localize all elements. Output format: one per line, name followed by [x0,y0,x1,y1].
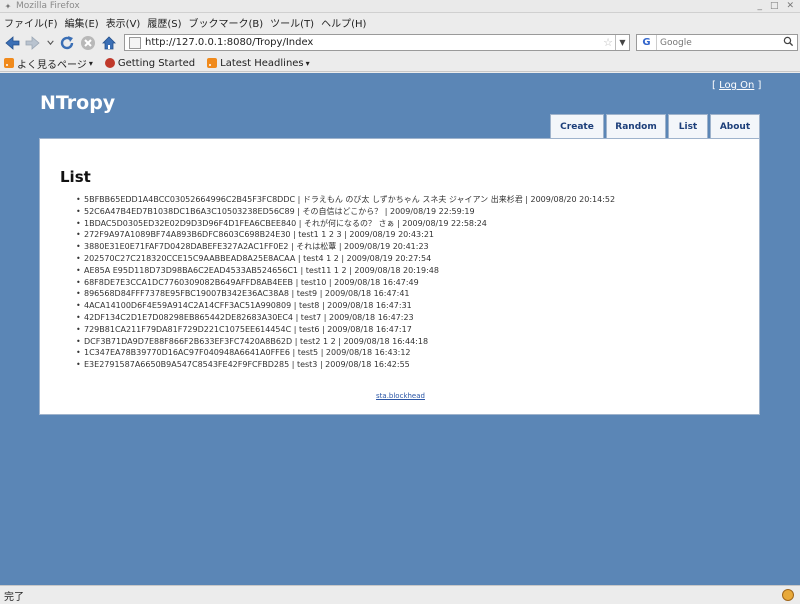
page-content: NTropy [ Log On ] Create Random List Abo… [0,73,800,585]
forward-button[interactable] [24,34,42,52]
menu-help[interactable]: ヘルプ(H) [321,15,366,30]
site-brand[interactable]: NTropy [40,92,115,114]
google-icon: G [642,37,651,48]
list-item[interactable]: 272F9A97A1089BF74A893B6DFC8603C698B24E30… [76,229,615,241]
back-arrow-icon [5,35,20,50]
list-item[interactable]: DCF3B71DA9D7E88F866F2B633EF3FC7420A8B62D… [76,336,615,348]
window-title-bar: ✦ Mozilla Firefox _ □ ✕ [0,0,800,13]
login-area: [ Log On ] [712,80,761,91]
entry-list: 5BFBB65EDD1A4BCC03052664996C2B45F3FC8DDC… [76,194,615,371]
list-item[interactable]: 4ACA14100D6F4E59A914C2A14CFF3AC51A990809… [76,300,615,312]
list-item[interactable]: 729B81CA211F79DA81F729D221C1075EE614454C… [76,324,615,336]
menu-tools[interactable]: ツール(T) [270,15,314,30]
list-item[interactable]: 3880E31E0E71FAF7D0428DABEFE327A2AC1FF0E2… [76,241,615,253]
chevron-down-icon: ▾ [88,58,93,68]
bookmark-label: Latest Headlines [220,57,304,69]
tab-random[interactable]: Random [606,114,666,138]
bookmark-label: Getting Started [117,57,196,69]
menu-history[interactable]: 履歴(S) [147,15,181,30]
main-panel: List 5BFBB65EDD1A4BCC03052664996C2B45F3F… [39,138,760,415]
tab-list[interactable]: List [668,114,708,138]
home-icon [102,35,116,49]
footer: sta.blockhead [40,392,761,400]
maximize-icon[interactable]: □ [770,1,779,11]
log-on-link[interactable]: Log On [719,80,754,91]
minimize-icon[interactable]: _ [757,1,762,11]
back-button[interactable] [3,34,21,52]
list-item[interactable]: 68F8DE7E3CCA1DC7760309082B649AFFD8AB4EEB… [76,277,615,289]
footer-link[interactable]: sta.blockhead [376,392,425,400]
forward-arrow-icon [25,35,40,50]
window-menu-icon[interactable]: ✦ [3,1,13,11]
home-button[interactable] [100,34,118,52]
tab-create[interactable]: Create [550,114,604,138]
list-item[interactable]: 896568D84FFF7378E95FBC19007B342E36AC38A8… [76,288,615,300]
menu-bookmarks[interactable]: ブックマーク(B) [189,15,264,30]
rss-feed-icon [4,58,14,68]
page-favicon [129,36,141,49]
history-dropdown[interactable] [45,34,55,52]
login-bracket-close: ] [757,80,762,91]
status-bar: 完了 [0,585,800,604]
list-item[interactable]: 5BFBB65EDD1A4BCC03052664996C2B45F3FC8DDC… [76,194,615,206]
list-item[interactable]: 1BDAC5D0305ED32E02D9D3D96F4D1FEA6CBEE840… [76,218,615,230]
reload-icon [60,35,74,49]
list-item[interactable]: 52C6A47B4ED7B1038DC1B6A3C10503238ED56C89… [76,206,615,218]
site-nav-tabs: Create Random List About [550,114,762,138]
bookmark-label: よく見るページ [17,59,87,71]
tab-about[interactable]: About [710,114,760,138]
address-url[interactable]: http://127.0.0.1:8080/Tropy/Index [145,37,313,48]
list-item[interactable]: E3E2791587A6650B9A547C8543FE42F9FCFBD285… [76,359,615,371]
firefox-bookmark-icon [104,58,115,68]
list-item[interactable]: 202570C27C218320CCE15C9AABBEAD8A25E8ACAA… [76,253,615,265]
address-bar[interactable]: http://127.0.0.1:8080/Tropy/Index ☆ ▼ [124,34,630,51]
list-item[interactable]: AE85A E95D118D73D98BA6C2EAD4533AB524656C… [76,265,615,277]
menu-edit[interactable]: 編集(E) [65,15,99,30]
menu-file[interactable]: ファイル(F) [4,15,58,30]
menu-view[interactable]: 表示(V) [106,15,141,30]
bookmark-star-icon[interactable]: ☆ [603,36,613,49]
rss-feed-icon [207,58,218,68]
address-dropdown-button[interactable]: ▼ [615,35,629,50]
status-text: 完了 [4,591,24,603]
page-title: List [60,168,91,186]
list-item[interactable]: 42DF134C2D1E7D08298EB865442DE82683A30EC4… [76,312,615,324]
chevron-down-icon: ▾ [305,58,310,68]
bookmark-most-visited[interactable]: よく見るページ ▾ [4,56,93,71]
close-icon[interactable]: ✕ [786,1,794,11]
search-engine-selector[interactable]: G [637,35,657,50]
search-icon[interactable] [783,36,794,50]
chevron-down-icon [46,40,54,46]
bookmark-getting-started[interactable]: Getting Started [104,57,196,69]
bookmark-latest-headlines[interactable]: Latest Headlines ▾ [207,58,310,69]
window-title: Mozilla Firefox [16,1,80,11]
navigation-toolbar: http://127.0.0.1:8080/Tropy/Index ☆ ▼ G [0,31,800,54]
stop-icon [81,35,95,50]
stop-button[interactable] [79,34,97,52]
login-bracket-open: [ [712,80,716,91]
bookmarks-toolbar: よく見るページ ▾ Getting Started Latest Headlin… [0,55,800,72]
status-addon-icon[interactable] [782,589,794,601]
search-bar[interactable]: G [636,34,798,51]
list-item[interactable]: 1C347EA78B39770D16AC97F040948A6641A0FFE6… [76,347,615,359]
reload-button[interactable] [58,34,76,52]
menu-bar: ファイル(F) 編集(E) 表示(V) 履歴(S) ブックマーク(B) ツール(… [0,14,800,31]
search-input[interactable] [657,37,775,48]
window-controls: _ □ ✕ [757,1,800,11]
